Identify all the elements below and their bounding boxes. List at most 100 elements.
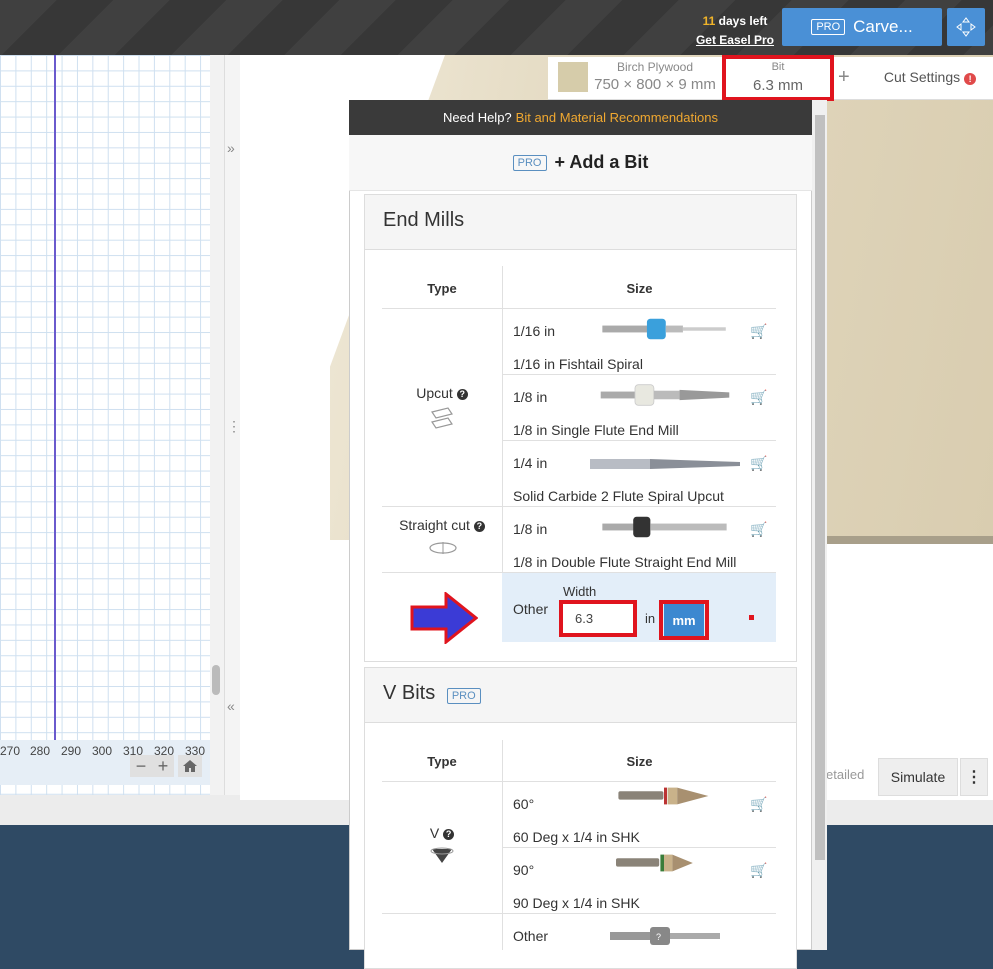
table-divider (502, 740, 503, 950)
v-type: V? (382, 825, 502, 841)
svg-text:?: ? (656, 932, 661, 942)
bit-image-fishtail (602, 318, 726, 340)
upcut-icon (431, 407, 453, 429)
v-bits-title: V Bits PRO (383, 682, 489, 705)
other-label[interactable]: Other (513, 928, 548, 944)
zoom-in-button[interactable]: + (158, 756, 169, 777)
carve-pro-badge: PRO (811, 19, 846, 35)
material-dimensions[interactable]: 750 × 800 × 9 mm (590, 76, 720, 93)
ruler-tick: 280 (30, 744, 51, 758)
row-divider (382, 572, 776, 573)
add-bit-label: + Add a Bit (554, 152, 649, 172)
add-bit-pro-badge: PRO (512, 154, 547, 171)
straight-cut-type: Straight cut? (382, 517, 502, 533)
zoom-out-button[interactable]: − (136, 756, 147, 777)
type-column-header: Type (427, 281, 457, 296)
home-icon[interactable] (178, 755, 202, 777)
row-divider (382, 506, 776, 507)
upcut-label: Upcut (416, 385, 453, 401)
bit-size[interactable]: 1/4 in (513, 455, 547, 471)
help-icon[interactable]: ? (456, 389, 468, 400)
canvas-guide-line (54, 55, 56, 740)
warning-icon: ! (964, 73, 977, 85)
bit-name[interactable]: 60 Deg x 1/4 in SHK (513, 829, 640, 845)
get-pro-link[interactable]: Get Easel Pro (690, 31, 780, 50)
bit-size[interactable]: 1/8 in (513, 389, 547, 405)
row-divider (382, 308, 776, 309)
bit-name[interactable]: 1/8 in Single Flute End Mill (513, 422, 679, 438)
other-label: Other (513, 601, 549, 617)
help-prefix: Need Help? (443, 110, 512, 125)
bit-name[interactable]: Solid Carbide 2 Flute Spiral Upcut (513, 488, 724, 504)
cart-icon[interactable]: 🛒 (750, 389, 767, 406)
ruler-tick: 270 (0, 744, 21, 758)
material-name[interactable]: Birch Plywood (595, 60, 715, 74)
collapse-left-icon[interactable]: « (227, 698, 235, 714)
collapse-right-icon[interactable]: » (227, 140, 235, 156)
bit-size[interactable]: 90° (513, 862, 534, 878)
v-bits-title-text: V Bits (383, 682, 436, 704)
bit-size[interactable]: 1/16 in (513, 323, 555, 339)
bit-image-90deg (616, 854, 693, 872)
bit-size[interactable]: 60° (513, 796, 534, 812)
cart-icon[interactable]: 🛒 (750, 796, 767, 813)
panel-scroll-thumb[interactable] (815, 115, 825, 860)
bit-image-60deg (618, 787, 709, 805)
bit-name[interactable]: 1/16 in Fishtail Spiral (513, 356, 643, 372)
type-column-header: Type (427, 754, 457, 769)
bit-name[interactable]: 1/8 in Double Flute Straight End Mill (513, 554, 736, 570)
expand-arrows-icon[interactable] (947, 8, 985, 46)
end-mills-header: End Mills (365, 195, 796, 250)
cart-icon[interactable]: 🛒 (750, 323, 767, 340)
unit-in-toggle[interactable]: in (645, 611, 655, 626)
row-divider (502, 847, 776, 848)
straight-cut-label: Straight cut (399, 517, 470, 533)
help-bar: Need Help? Bit and Material Recommendati… (349, 100, 812, 135)
design-canvas-grid[interactable] (0, 55, 210, 795)
bit-size[interactable]: 1/8 in (513, 521, 547, 537)
cart-icon[interactable]: 🛒 (750, 862, 767, 879)
width-label: Width (563, 584, 597, 599)
trial-status: 11 days left Get Easel Pro (690, 12, 780, 50)
unit-mm-toggle[interactable]: mm (664, 604, 704, 636)
material-swatch[interactable] (558, 62, 588, 92)
pane-divider[interactable]: » ⋮ « (224, 55, 241, 800)
detailed-label[interactable]: etailed (826, 767, 864, 782)
carve-label: Carve... (853, 17, 913, 36)
v-bit-icon (430, 847, 454, 863)
row-divider (382, 781, 776, 782)
help-icon[interactable]: ? (473, 521, 485, 532)
row-divider (502, 374, 776, 375)
trial-days: 11 (702, 14, 716, 28)
bit-name[interactable]: 90 Deg x 1/4 in SHK (513, 895, 640, 911)
recommendations-link[interactable]: Bit and Material Recommendations (516, 110, 718, 125)
cut-settings-button[interactable]: Cut Settings! (870, 69, 990, 85)
bit-value[interactable]: 6.3 mm (722, 77, 834, 94)
drag-handle-icon[interactable]: ⋮ (227, 418, 241, 435)
trial-suffix: days left (718, 14, 768, 28)
cart-icon[interactable]: 🛒 (750, 521, 767, 538)
cart-icon[interactable]: 🛒 (750, 455, 767, 472)
generic-bit-image: ? (610, 927, 720, 945)
end-mills-title: End Mills (383, 209, 465, 231)
ruler-tick: 290 (61, 744, 82, 758)
cut-settings-label: Cut Settings (883, 69, 961, 85)
ruler-tick: 300 (92, 744, 113, 758)
add-button[interactable]: + (838, 66, 850, 89)
status-dot (749, 615, 754, 620)
bit-image-double-flute (602, 516, 727, 538)
width-input[interactable]: 6.3 (559, 600, 637, 637)
help-icon[interactable]: ? (443, 829, 455, 840)
simulate-button[interactable]: Simulate (878, 758, 958, 796)
straight-cut-icon (429, 542, 457, 554)
v-bits-card: V Bits PRO (364, 667, 797, 969)
row-divider (502, 440, 776, 441)
more-options-button[interactable]: ⋮ (960, 758, 988, 796)
v-type-label: V (429, 825, 440, 841)
bit-image-spiral-upcut (590, 459, 740, 469)
bit-image-single-flute (600, 384, 730, 406)
canvas-scroll-thumb[interactable] (212, 665, 220, 695)
carve-button[interactable]: PRO Carve... (782, 8, 942, 46)
bit-label: Bit (771, 61, 785, 73)
add-bit-button[interactable]: PRO + Add a Bit (349, 135, 812, 191)
